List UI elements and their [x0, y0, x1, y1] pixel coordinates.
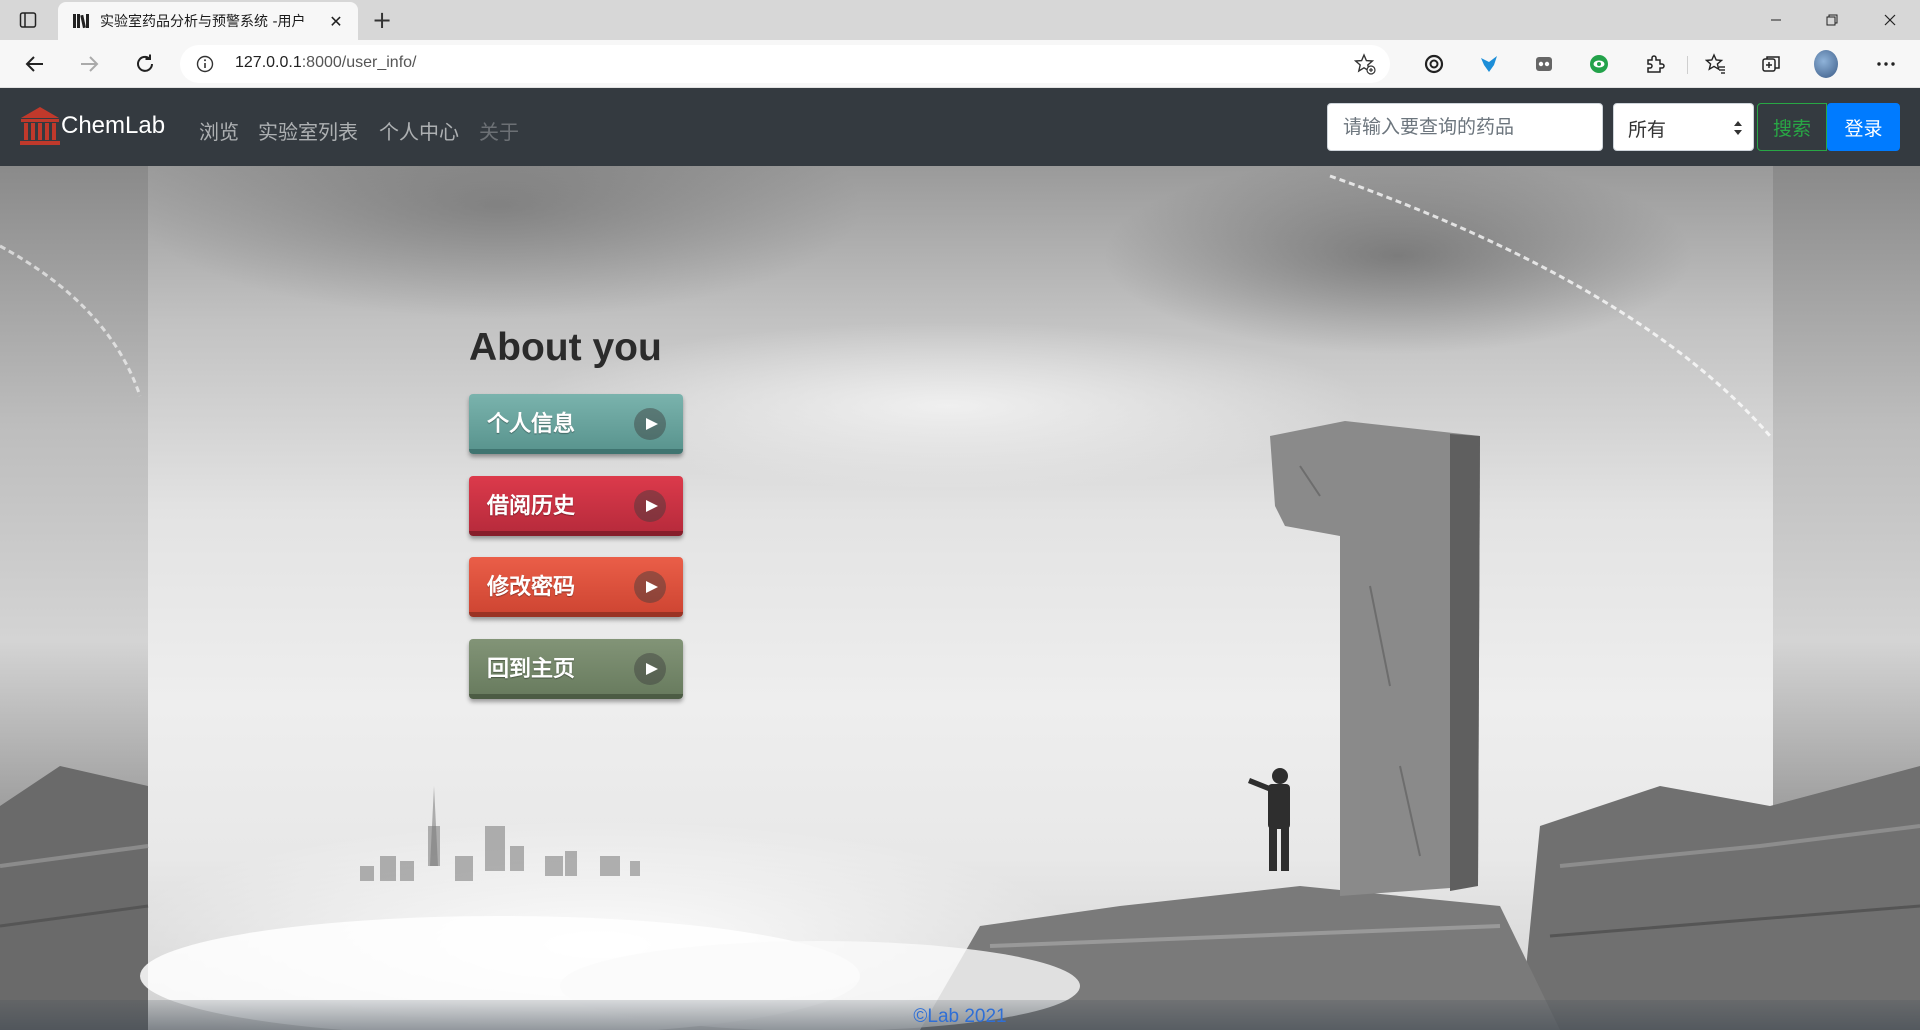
- favorites-icon[interactable]: [1704, 52, 1728, 76]
- back-arrow-icon[interactable]: [20, 50, 50, 78]
- extension-bird-icon[interactable]: [1477, 52, 1501, 76]
- site-navbar: ChemLab 浏览 实验室列表 个人中心 关于 所有 搜索 登录: [0, 88, 1920, 166]
- play-arrow-icon: [634, 490, 666, 522]
- tab-title: 实验室药品分析与预警系统 -用户: [100, 14, 306, 30]
- search-button[interactable]: 搜索: [1757, 103, 1827, 151]
- collections-icon[interactable]: [1759, 52, 1783, 76]
- window-minimize-icon[interactable]: [1748, 0, 1804, 40]
- select-updown-icon: [1734, 121, 1742, 135]
- library-favicon-icon: [72, 12, 90, 30]
- window-close-icon[interactable]: [1862, 0, 1918, 40]
- url-field[interactable]: 127.0.0.1:8000/user_info/: [180, 45, 1390, 83]
- personal-info-label: 个人信息: [487, 411, 576, 437]
- extension-link-icon[interactable]: [1422, 52, 1446, 76]
- add-favorite-star-icon[interactable]: [1354, 53, 1376, 75]
- reload-icon[interactable]: [130, 50, 160, 78]
- change-password-button[interactable]: 修改密码: [469, 557, 683, 617]
- nav-link-about[interactable]: 关于: [479, 116, 519, 145]
- borrow-history-label: 借阅历史: [487, 493, 576, 519]
- extensions-puzzle-icon[interactable]: [1642, 52, 1666, 76]
- borrow-history-button[interactable]: 借阅历史: [469, 476, 683, 536]
- more-menu-icon[interactable]: [1874, 52, 1898, 76]
- nav-link-lab-list[interactable]: 实验室列表: [258, 116, 358, 145]
- extension-eye-icon[interactable]: [1587, 52, 1611, 76]
- profile-avatar[interactable]: [1814, 50, 1838, 78]
- back-home-label: 回到主页: [487, 656, 576, 682]
- change-password-label: 修改密码: [487, 574, 576, 600]
- forward-arrow-icon[interactable]: [74, 50, 104, 78]
- login-button[interactable]: 登录: [1827, 103, 1900, 151]
- category-select[interactable]: 所有: [1613, 103, 1754, 151]
- play-arrow-icon: [634, 571, 666, 603]
- about-you-heading: About you: [469, 326, 662, 369]
- play-arrow-icon: [634, 653, 666, 685]
- nav-link-browse[interactable]: 浏览: [199, 116, 239, 145]
- browser-address-bar: 127.0.0.1:8000/user_info/: [0, 40, 1920, 88]
- museum-logo-icon[interactable]: [18, 104, 62, 148]
- drug-search-input[interactable]: [1327, 103, 1603, 151]
- url-text: 127.0.0.1:8000/user_info/: [235, 54, 417, 71]
- brand-name[interactable]: ChemLab: [61, 112, 165, 140]
- background-scene-art: [0, 174, 1920, 1030]
- toolbar-separator: [1687, 56, 1688, 74]
- browser-tab-active[interactable]: 实验室药品分析与预警系统 -用户 ✕: [58, 2, 358, 40]
- tab-actions-icon[interactable]: [18, 10, 38, 30]
- play-arrow-icon: [634, 408, 666, 440]
- window-restore-icon[interactable]: [1804, 0, 1860, 40]
- footer-copyright: ©Lab 2021: [913, 1006, 1007, 1027]
- personal-info-button[interactable]: 个人信息: [469, 394, 683, 454]
- category-select-value: 所有: [1628, 119, 1667, 141]
- back-home-button[interactable]: 回到主页: [469, 639, 683, 699]
- browser-tab-bar: 实验室药品分析与预警系统 -用户 ✕ +: [0, 0, 1920, 40]
- tab-close-icon[interactable]: ✕: [326, 11, 346, 31]
- new-tab-plus-icon[interactable]: +: [368, 6, 396, 34]
- nav-link-personal-center[interactable]: 个人中心: [379, 116, 459, 145]
- page-background: ©Lab 2021 About you 个人信息 借阅历史 修改密码 回到主页: [0, 166, 1920, 1030]
- extension-game-icon[interactable]: [1532, 52, 1556, 76]
- site-info-icon[interactable]: [196, 55, 214, 73]
